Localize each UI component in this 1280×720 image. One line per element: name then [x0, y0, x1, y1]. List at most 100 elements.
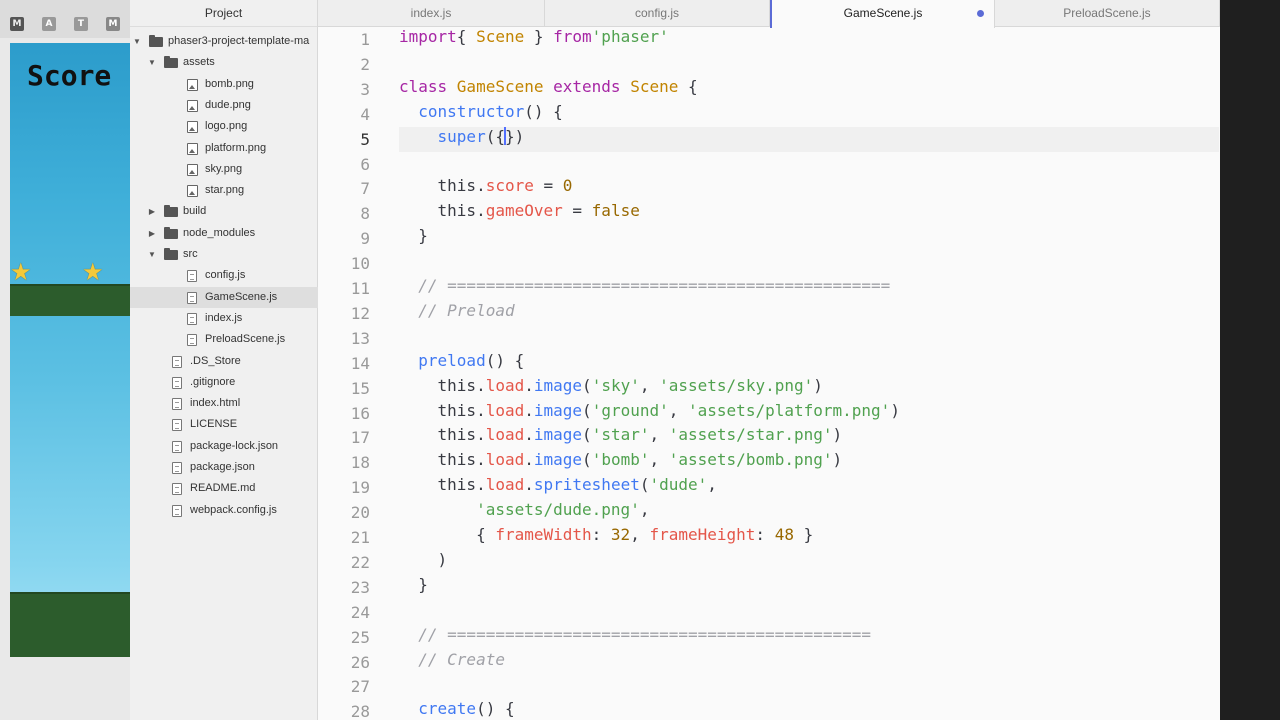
code-token: () { [524, 101, 563, 121]
code-token: 0 [562, 176, 573, 196]
tree-file[interactable]: package.json [130, 457, 318, 478]
tree-folder[interactable]: ▼ src [130, 244, 318, 265]
code-line[interactable]: create() { [399, 699, 514, 720]
code-line[interactable]: super({}) [399, 126, 524, 152]
chevron-down-icon[interactable]: ▼ [147, 52, 157, 73]
code-token: ) [399, 549, 448, 569]
tree-file[interactable]: star.png [130, 180, 318, 201]
code-token: 'assets/platform.png' [688, 400, 891, 420]
chevron-down-icon[interactable]: ▼ [132, 31, 142, 52]
code-token: Scene [630, 76, 679, 96]
tab-config-js[interactable]: config.js [545, 0, 770, 27]
tree-file[interactable]: LICENSE [130, 414, 318, 435]
tree-item-label: package-lock.json [190, 439, 279, 452]
tree-folder[interactable]: ▼ phaser3-project-template-ma [130, 31, 318, 52]
tree-file[interactable]: bomb.png [130, 74, 318, 95]
code-line[interactable]: { frameWidth: 32, frameHeight: 48 } [399, 525, 813, 550]
folder-icon [164, 56, 178, 69]
tree-folder[interactable]: ▶ build [130, 201, 318, 222]
code-token: Scene [476, 27, 525, 46]
code-token: { [399, 525, 496, 544]
code-token: = [533, 176, 563, 196]
tree-folder[interactable]: ▶ node_modules [130, 223, 318, 244]
tree-file[interactable]: .DS_Store [130, 351, 318, 372]
code-line[interactable]: } [399, 226, 428, 251]
tab-gamescene-js[interactable]: GameScene.js [770, 0, 995, 28]
code-line[interactable]: // Preload [399, 301, 514, 326]
folder-icon [164, 205, 178, 218]
tree-file[interactable]: dude.png [130, 95, 318, 116]
tree-item-label: logo.png [205, 120, 248, 133]
code-token: image [533, 375, 583, 395]
tree-item-label: .DS_Store [190, 354, 241, 367]
line-number: 17 [350, 428, 370, 448]
modified-dot-icon [977, 10, 984, 17]
tree-item-label: star.png [205, 184, 245, 197]
chevron-right-icon[interactable]: ▶ [147, 201, 157, 222]
code-line[interactable]: this.load.image('bomb', 'assets/bomb.png… [399, 450, 843, 475]
tree-file[interactable]: index.html [130, 393, 318, 414]
tree-file[interactable]: sky.png [130, 159, 318, 180]
code-token: , [630, 525, 650, 544]
game-canvas[interactable]: Score ★ ★ [10, 43, 130, 657]
code-area[interactable]: import{ Scene } from'phaser' class GameSc… [399, 27, 1219, 720]
code-token: = [562, 201, 592, 221]
browser-window: M A T M Score ★ ★ [0, 0, 140, 720]
tree-file[interactable]: .gitignore [130, 372, 318, 393]
code-line[interactable]: this.load.image('sky', 'assets/sky.png') [399, 376, 823, 401]
chevron-right-icon[interactable]: ▶ [147, 223, 157, 244]
bookmark-icon-m[interactable]: M [10, 17, 24, 31]
code-line[interactable]: constructor() { [399, 102, 563, 127]
tree-file[interactable]: package-lock.json [130, 436, 318, 457]
line-number: 6 [360, 154, 370, 174]
image-file-icon [187, 163, 198, 176]
line-number: 7 [360, 179, 370, 199]
line-number: 26 [350, 652, 370, 672]
bookmark-icon-a[interactable]: A [42, 17, 56, 31]
code-token: this. [399, 400, 486, 420]
tree-folder[interactable]: ▼ assets [130, 52, 318, 73]
tree-file[interactable]: index.js [130, 308, 318, 329]
code-line[interactable]: this.load.image('star', 'assets/star.png… [399, 425, 843, 450]
code-token: extends [543, 76, 631, 96]
code-line[interactable]: this.score = 0 [399, 176, 573, 201]
image-file-icon [187, 185, 198, 198]
code-token: image [533, 450, 583, 470]
tab-index-js[interactable]: index.js [318, 0, 545, 27]
tree-file[interactable]: webpack.config.js [130, 500, 318, 521]
tree-file[interactable]: README.md [130, 478, 318, 499]
code-line[interactable]: // =====================================… [399, 276, 890, 301]
bookmark-icon-t[interactable]: T [74, 17, 88, 31]
tab-preloadscene-js[interactable]: PreloadScene.js [995, 0, 1220, 27]
code-line[interactable]: this.gameOver = false [399, 201, 640, 226]
code-token: } [504, 126, 515, 146]
code-line[interactable]: this.load.spritesheet('dude', [399, 475, 717, 500]
bookmark-icon-m2[interactable]: M [106, 17, 120, 31]
tree-file[interactable]: platform.png [130, 138, 318, 159]
code-token: // =====================================… [399, 624, 872, 644]
folder-icon [149, 35, 163, 47]
tree-file[interactable]: GameScene.js [130, 286, 318, 308]
code-token: ) [832, 450, 843, 470]
chevron-down-icon[interactable]: ▼ [147, 244, 157, 265]
tree-item-label: webpack.config.js [190, 503, 277, 516]
code-line[interactable]: preload() { [399, 351, 524, 376]
tree-item-label: src [183, 248, 198, 260]
code-line[interactable]: } [399, 575, 428, 600]
code-line[interactable]: this.load.image('ground', 'assets/platfo… [399, 401, 900, 426]
tree-file[interactable]: PreloadScene.js [130, 329, 318, 350]
code-line[interactable]: import{ Scene } from'phaser' [399, 27, 669, 52]
code-line[interactable]: // =====================================… [399, 625, 871, 650]
code-token: , [668, 400, 689, 420]
code-line[interactable]: class GameScene extends Scene { [399, 77, 698, 102]
tree-file[interactable]: config.js [130, 265, 318, 286]
code-line[interactable]: ) [399, 549, 448, 575]
line-number-gutter: 1 2 3 4 5 6 7 8 9 10 11 12 13 14 15 16 17 18 19 20 21 22 23 24 2… [318, 27, 378, 720]
code-line[interactable]: // Create [399, 650, 505, 675]
tree-item-label: GameScene.js [205, 290, 278, 303]
code-token: . [524, 475, 534, 495]
code-line[interactable]: 'assets/dude.png', [399, 500, 649, 525]
tree-file[interactable]: logo.png [130, 116, 318, 137]
line-number: 25 [350, 627, 370, 647]
